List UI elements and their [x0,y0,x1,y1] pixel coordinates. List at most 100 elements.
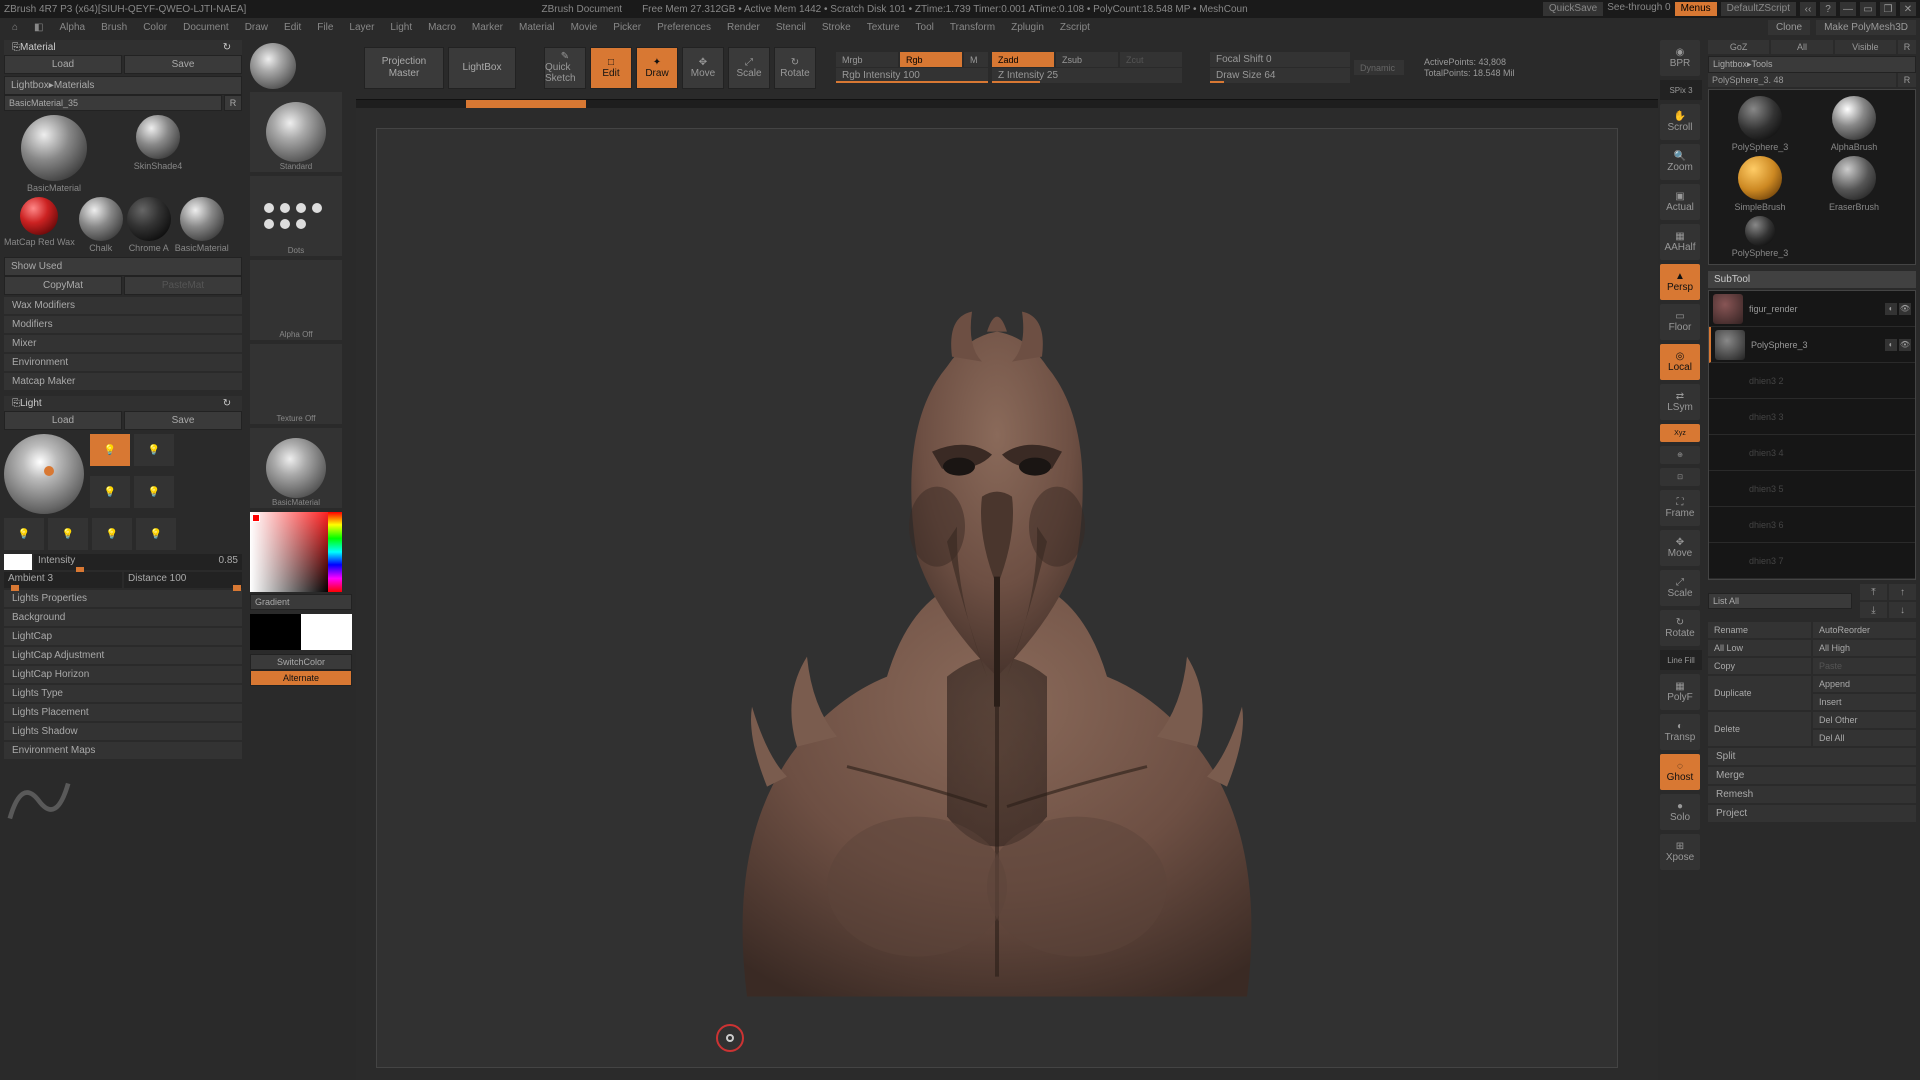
list-all-button[interactable]: List All [1708,593,1852,609]
tool-item[interactable]: SimpleBrush [1715,156,1805,212]
quick-sketch-button[interactable]: ✎Quick Sketch [544,47,586,89]
light-color-swatch[interactable] [4,554,32,570]
light-slot-1[interactable]: 💡 [90,434,130,466]
subtool-row[interactable]: figur_render ◐👁 [1709,291,1915,327]
show-used-button[interactable]: Show Used [4,257,242,276]
append-button[interactable]: Append [1813,676,1916,692]
subtool-header[interactable]: SubTool [1708,271,1916,288]
zoom-button[interactable]: 🔍Zoom [1660,144,1700,180]
focal-shift-slider[interactable]: Focal Shift 0 [1210,52,1350,67]
light-slot-2[interactable]: 💡 [134,434,174,466]
scroll-button[interactable]: ✋Scroll [1660,104,1700,140]
color-picker[interactable] [250,512,342,592]
spix-spinner[interactable]: SPix 3 [1660,80,1702,100]
restore-icon[interactable]: ❐ [1880,2,1896,16]
paste-button[interactable]: Paste [1813,658,1916,674]
solo-button[interactable]: ●Solo [1660,794,1700,830]
clone-button[interactable]: Clone [1768,20,1810,35]
light-slot-5[interactable]: 💡 [4,518,44,550]
m-button[interactable]: M [964,52,988,67]
del-other-button[interactable]: Del Other [1813,712,1916,728]
default-zscript[interactable]: DefaultZScript [1721,2,1796,16]
material-selector[interactable]: BasicMaterial [250,428,342,508]
light-slot-8[interactable]: 💡 [136,518,176,550]
material-r-button[interactable]: R [224,95,242,111]
rgb-button[interactable]: Rgb [900,52,962,67]
section-lights-type[interactable]: Lights Type [4,685,242,702]
eye-icon[interactable]: 👁 [1899,339,1911,351]
lightbox-tools[interactable]: Lightbox▸Tools [1708,56,1916,73]
copymat-button[interactable]: CopyMat [4,276,122,295]
section-environment[interactable]: Environment [4,354,242,371]
edit-mode-button[interactable]: □Edit [590,47,632,89]
pin-icon[interactable]: ⎘ [12,42,20,53]
xyz-button[interactable]: Xyz [1660,424,1700,442]
transp-button[interactable]: ◐Transp [1660,714,1700,750]
menu-zplugin[interactable]: Zplugin [1003,22,1052,33]
refresh-icon[interactable]: ↻ [220,398,234,409]
snap-icon[interactable]: ⊡ [1660,468,1700,486]
switch-color-button[interactable]: SwitchColor [250,654,352,670]
active-brush-preview[interactable] [250,43,296,89]
all-low-button[interactable]: All Low [1708,640,1811,656]
section-project[interactable]: Project [1708,805,1916,822]
section-lights-properties[interactable]: Lights Properties [4,590,242,607]
move-bottom-icon[interactable]: ⤓ [1860,602,1887,618]
goz-all-button[interactable]: All [1771,40,1832,54]
menu-stroke[interactable]: Stroke [814,22,859,33]
subtool-row[interactable]: dhien3 4 [1709,435,1915,471]
color-marker[interactable] [252,514,260,522]
draw-mode-button[interactable]: ✦Draw [636,47,678,89]
rotate-mode-button[interactable]: ↻Rotate [774,47,816,89]
section-remesh[interactable]: Remesh [1708,786,1916,803]
nav-rotate-button[interactable]: ↻Rotate [1660,610,1700,646]
menu-brush[interactable]: Brush [93,22,135,33]
nav-move-button[interactable]: ✥Move [1660,530,1700,566]
copy-button[interactable]: Copy [1708,658,1811,674]
ambient-slider[interactable]: Ambient 3 [4,572,122,588]
local-button[interactable]: ◎Local [1660,344,1700,380]
current-tool[interactable]: PolySphere_3. 48 [1708,73,1896,87]
menu-alpha[interactable]: Alpha [52,22,94,33]
rgb-intensity-slider[interactable]: Rgb Intensity 100 [836,68,988,83]
minimize-icon[interactable]: — [1840,2,1856,16]
subtool-row[interactable]: PolySphere_3 ◐👁 [1709,327,1915,363]
del-all-button[interactable]: Del All [1813,730,1916,746]
zsub-button[interactable]: Zsub [1056,52,1118,67]
material-swatch[interactable]: Chrome A [127,197,171,253]
linefill-spinner[interactable]: Line Fill [1660,650,1702,670]
sculpt-mesh[interactable] [687,277,1307,997]
tool-item[interactable]: EraserBrush [1809,156,1899,212]
tool-r-button[interactable]: R [1898,73,1916,87]
subtool-row[interactable]: dhien3 7 [1709,543,1915,579]
light-slot-6[interactable]: 💡 [48,518,88,550]
section-merge[interactable]: Merge [1708,767,1916,784]
center-icon[interactable]: ⊕ [1660,446,1700,464]
section-split[interactable]: Split [1708,748,1916,765]
current-material[interactable]: BasicMaterial_35 [4,95,222,111]
pin-icon[interactable]: ◧ [26,22,51,33]
move-top-icon[interactable]: ⤒ [1860,584,1887,600]
collapse-icon[interactable]: ‹‹ [1800,2,1816,16]
light-slot-7[interactable]: 💡 [92,518,132,550]
draw-size-slider[interactable]: Draw Size 64 [1210,68,1350,83]
material-load-button[interactable]: Load [4,55,122,74]
material-swatch[interactable]: BasicMaterial [175,197,229,253]
close-icon[interactable]: ✕ [1900,2,1916,16]
material-swatch[interactable]: Chalk [79,197,123,253]
stroke-selector[interactable]: Dots [250,176,342,256]
texture-selector[interactable]: Texture Off [250,344,342,424]
menu-document[interactable]: Document [175,22,237,33]
quicksave-button[interactable]: QuickSave [1543,2,1603,16]
rename-button[interactable]: Rename [1708,622,1811,638]
section-background[interactable]: Background [4,609,242,626]
timeline-scrubber[interactable] [466,100,586,108]
section-lightcap[interactable]: LightCap [4,628,242,645]
eye-icon[interactable]: 👁 [1899,303,1911,315]
light-intensity-slider[interactable]: Intensity0.85 [34,554,242,570]
section-wax-modifiers[interactable]: Wax Modifiers [4,297,242,314]
see-through[interactable]: See-through 0 [1607,2,1670,16]
move-down-icon[interactable]: ↓ [1889,602,1916,618]
menu-tool[interactable]: Tool [908,22,942,33]
light-direction-ball[interactable] [4,434,84,514]
